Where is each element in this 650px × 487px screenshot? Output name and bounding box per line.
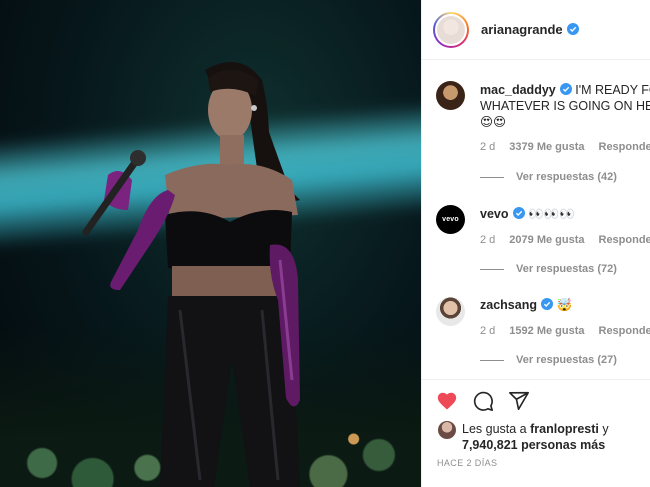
heart-filled-icon[interactable] xyxy=(436,390,458,412)
commenter-avatar[interactable]: vevo xyxy=(436,205,465,234)
likes-joiner: y xyxy=(602,422,609,436)
comment-age: 2 d xyxy=(480,234,496,246)
verified-badge-icon xyxy=(540,298,553,310)
view-replies-button[interactable]: Ver respuestas (27) xyxy=(480,354,617,366)
likes-summary: Les gusta a franlopresti y 7,940,821 per… xyxy=(438,421,609,453)
comment-likes[interactable]: 1592 Me gusta xyxy=(509,325,584,337)
author-avatar[interactable] xyxy=(433,11,469,48)
post-header: arianagrande xyxy=(422,0,650,60)
commenter-username[interactable]: mac_daddyy xyxy=(480,83,556,97)
comment-age: 2 d xyxy=(480,141,496,153)
view-replies-button[interactable]: Ver respuestas (42) xyxy=(480,171,617,183)
verified-badge-icon xyxy=(559,83,572,95)
view-replies-button[interactable]: Ver respuestas (72) xyxy=(480,263,617,275)
view-replies-label: Ver respuestas (42) xyxy=(516,171,617,183)
view-replies-label: Ver respuestas (27) xyxy=(516,354,617,366)
reply-button[interactable]: Responder xyxy=(599,234,650,246)
post-actions-section: Les gusta a franlopresti y 7,940,821 per… xyxy=(422,379,650,487)
performer-illustration xyxy=(82,62,300,487)
comments-list: mac_daddyy I'M READY FOR WHATEVER IS GOI… xyxy=(422,61,650,379)
reply-button[interactable]: Responder xyxy=(599,325,650,337)
verified-badge-icon xyxy=(512,207,525,219)
post-timestamp[interactable]: HACE 2 DÍAS xyxy=(437,458,497,468)
action-bar xyxy=(436,390,530,412)
comment-meta: 2 d 2079 Me gusta Responder xyxy=(480,234,650,246)
comment-meta: 2 d 1592 Me gusta Responder xyxy=(480,325,650,337)
comment-text: 👀👀👀 xyxy=(527,207,575,221)
comment-age: 2 d xyxy=(480,325,496,337)
comment-icon[interactable] xyxy=(472,390,494,412)
comment-likes[interactable]: 3379 Me gusta xyxy=(509,141,584,153)
reply-button[interactable]: Responder xyxy=(599,141,650,153)
comment-likes[interactable]: 2079 Me gusta xyxy=(509,234,584,246)
commenter-avatar[interactable] xyxy=(436,81,465,110)
liker-username[interactable]: franlopresti xyxy=(530,422,599,436)
liker-avatar[interactable] xyxy=(438,421,456,439)
post-media[interactable] xyxy=(0,0,421,487)
comment-emoji: 😍😍 xyxy=(480,115,507,129)
commenter-username[interactable]: zachsang xyxy=(480,298,537,312)
share-icon[interactable] xyxy=(508,390,530,412)
likes-prefix: Les gusta a xyxy=(462,422,527,436)
verified-badge-icon xyxy=(566,23,579,35)
commenter-username[interactable]: vevo xyxy=(480,207,509,221)
view-replies-label: Ver respuestas (72) xyxy=(516,263,617,275)
commenter-avatar[interactable] xyxy=(436,297,465,326)
comment-meta: 2 d 3379 Me gusta Responder xyxy=(480,141,650,153)
comment-text: 🤯 xyxy=(556,298,573,312)
likes-count[interactable]: 7,940,821 personas más xyxy=(462,438,605,452)
author-username[interactable]: arianagrande xyxy=(481,22,579,37)
post-side-panel: arianagrande mac_daddyy I'M READY FOR WH… xyxy=(421,0,650,487)
